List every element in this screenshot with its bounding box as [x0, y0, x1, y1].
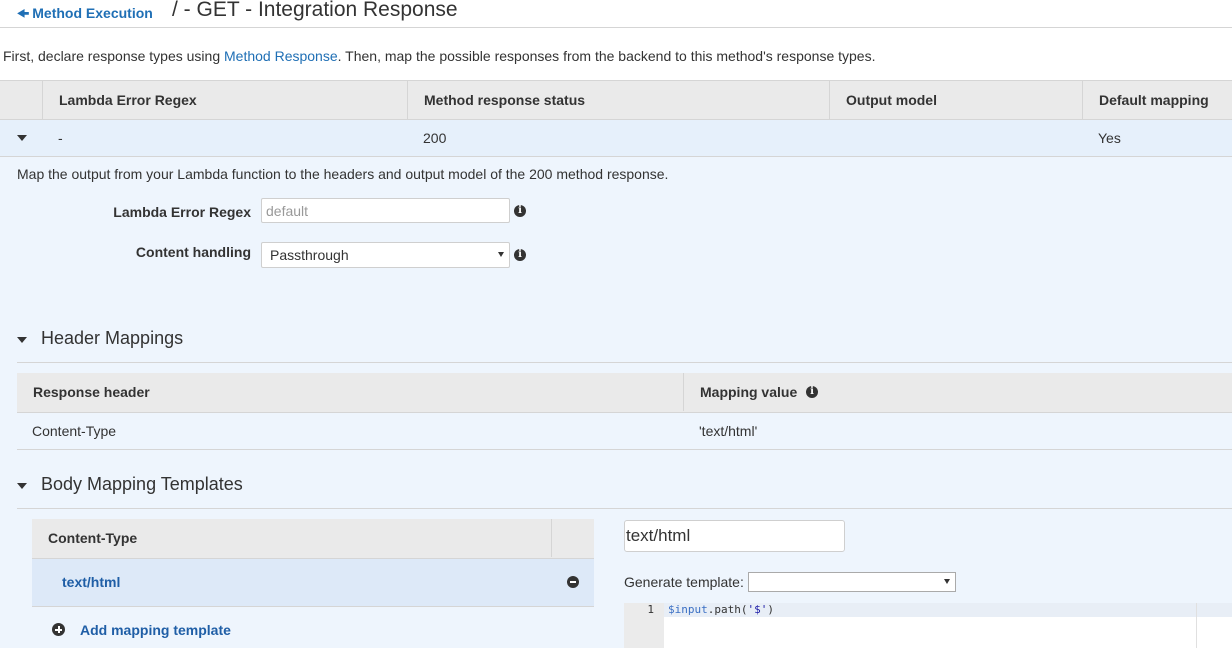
intro-text: First, declare response types using Meth… — [3, 48, 875, 64]
cell-status: 200 — [423, 130, 447, 146]
column-header-method-response-status: Method response status — [407, 81, 830, 119]
column-header-response-header: Response header — [33, 384, 150, 400]
content-type-table-header: Content-Type — [32, 519, 594, 559]
info-icon[interactable]: i — [806, 386, 818, 398]
collapse-caret-icon — [17, 483, 27, 489]
column-header-content-type: Content-Type — [48, 530, 138, 546]
divider — [17, 508, 1232, 509]
method-response-link[interactable]: Method Response — [224, 48, 338, 64]
plus-icon — [52, 623, 65, 636]
content-type-item-label: text/html — [62, 574, 121, 590]
cell-regex: - — [58, 130, 63, 146]
generate-template-select[interactable] — [748, 572, 956, 592]
code-variable: $input — [668, 603, 708, 616]
cell-response-header: Content-Type — [32, 423, 117, 439]
back-link-label: Method Execution — [32, 5, 153, 21]
divider — [17, 362, 1232, 363]
generate-template-label: Generate template: — [624, 574, 744, 590]
collapse-caret-icon — [17, 337, 27, 343]
print-margin — [1196, 603, 1197, 648]
code-close: ) — [767, 603, 774, 616]
response-detail-panel: Map the output from your Lambda function… — [0, 157, 1232, 648]
dropdown-arrow-icon — [944, 579, 950, 584]
content-handling-label: Content handling — [135, 244, 251, 260]
content-type-name-input[interactable] — [624, 520, 845, 552]
editor-gutter: 1 — [624, 603, 664, 648]
column-header-output-model: Output model — [829, 81, 1083, 119]
template-code-editor[interactable]: 1 $input.path('$') — [624, 603, 1232, 648]
header-mappings-title: Header Mappings — [41, 328, 184, 348]
content-handling-select[interactable]: Passthrough — [261, 242, 510, 268]
body-mapping-templates-title: Body Mapping Templates — [41, 474, 243, 494]
line-number: 1 — [647, 603, 654, 616]
mapping-value-label: Mapping value — [700, 384, 798, 400]
table-row[interactable]: Content-Type 'text/html' — [17, 413, 1232, 450]
add-mapping-template-label: Add mapping template — [80, 622, 231, 638]
column-header-default-mapping: Default mapping — [1082, 81, 1232, 119]
intro-text-before: First, declare response types using — [3, 48, 224, 64]
table-row[interactable]: - 200 Yes — [0, 120, 1232, 157]
content-type-item[interactable]: text/html — [32, 559, 594, 607]
column-header-lambda-error-regex: Lambda Error Regex — [42, 81, 408, 119]
table-header: Lambda Error Regex Method response statu… — [0, 80, 1232, 120]
info-icon[interactable]: i — [514, 249, 526, 261]
lambda-error-regex-label: Lambda Error Regex — [113, 204, 251, 220]
code-string: '$' — [747, 603, 768, 616]
header-mappings-table-header: Response header Mapping value i — [17, 373, 1232, 413]
page-header: 🠜 Method Execution / - GET - Integration … — [0, 0, 1232, 28]
code-line[interactable]: $input.path('$') — [668, 603, 774, 617]
column-header-mapping-value: Mapping value — [683, 373, 1232, 411]
remove-icon[interactable] — [567, 576, 579, 588]
collapse-caret-icon[interactable] — [17, 135, 27, 141]
lambda-error-regex-input[interactable] — [261, 198, 510, 223]
intro-text-after: . Then, map the possible responses from … — [337, 48, 876, 64]
info-icon[interactable]: i — [514, 205, 526, 217]
content-handling-value: Passthrough — [270, 247, 349, 263]
page-title: / - GET - Integration Response — [172, 0, 458, 21]
dropdown-arrow-icon — [498, 252, 504, 257]
back-to-method-execution-link[interactable]: 🠜 Method Execution — [17, 3, 153, 27]
column-header-actions — [551, 519, 594, 557]
panel-description: Map the output from your Lambda function… — [17, 166, 669, 182]
cell-default-mapping: Yes — [1098, 130, 1121, 146]
code-method: .path( — [707, 603, 748, 616]
cell-mapping-value: 'text/html' — [699, 423, 758, 439]
arrow-left-icon: 🠜 — [17, 5, 30, 21]
